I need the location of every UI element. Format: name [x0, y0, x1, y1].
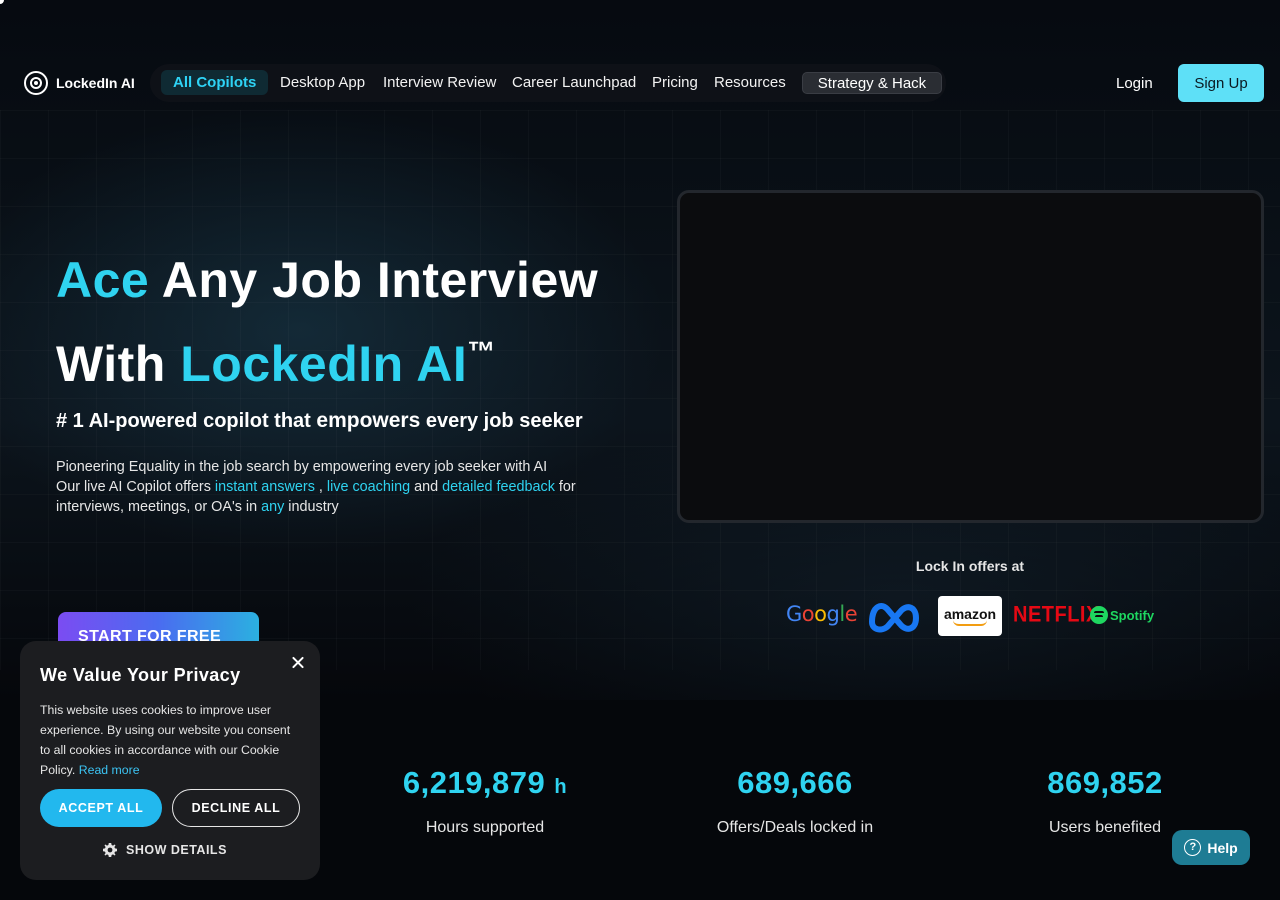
hero-title-brand: LockedIn AI: [180, 336, 468, 392]
nav-strategy-hack[interactable]: Strategy & Hack: [802, 72, 942, 94]
cookie-body: This website uses cookies to improve use…: [40, 703, 291, 777]
nav-resources[interactable]: Resources: [714, 74, 786, 91]
close-icon[interactable]: [288, 653, 308, 673]
stat-value: 689,666: [737, 765, 853, 800]
spotify-icon: [1090, 606, 1108, 624]
question-icon: ?: [1184, 839, 1202, 856]
hero-subtitle: # 1 AI-powered copilot that empowers eve…: [56, 409, 583, 433]
brand-logo[interactable]: LockedIn AI: [24, 71, 135, 95]
desc-line-2: Our live AI Copilot offers instant answe…: [56, 477, 626, 517]
read-more-link[interactable]: Read more: [79, 763, 140, 777]
spotify-logo: Spotify: [1090, 606, 1154, 624]
nav-pricing[interactable]: Pricing: [652, 74, 698, 91]
hero-title-ace: Ace: [56, 252, 150, 308]
desc-highlight-feedback: detailed feedback: [442, 479, 555, 495]
amazon-wordmark: amazon: [943, 606, 997, 622]
decline-all-button[interactable]: DECLINE ALL: [172, 789, 300, 827]
meta-logo: [868, 603, 920, 633]
desc-highlight-any: any: [261, 499, 285, 515]
stat-value: 6,219,879: [402, 765, 546, 800]
subtitle-pre: # 1 AI-powered copilot that: [56, 410, 317, 432]
cookie-text: This website uses cookies to improve use…: [40, 700, 300, 780]
netflix-logo: NETFLIX: [1013, 602, 1100, 628]
stat-label: Offers/Deals locked in: [716, 819, 874, 836]
cookie-buttons: ACCEPT ALL DECLINE ALL: [40, 789, 300, 827]
hero-description: Pioneering Equality in the job search by…: [56, 457, 626, 517]
stat-hours-value-row: 6,219,879 h: [355, 765, 615, 801]
desc-highlight-instant: instant answers: [214, 479, 315, 495]
nav-interview-review[interactable]: Interview Review: [383, 74, 496, 91]
desc-highlight-coaching: live coaching: [326, 479, 411, 495]
demo-video-frame[interactable]: [677, 190, 1264, 523]
signup-button[interactable]: Sign Up: [1178, 64, 1264, 102]
spotify-wordmark: Spotify: [1110, 607, 1155, 623]
desc-sep-1: ,: [314, 479, 327, 495]
cookie-consent-dialog: We Value Your Privacy This website uses …: [20, 641, 320, 880]
nav-career-launchpad[interactable]: Career Launchpad: [512, 74, 636, 91]
help-label: Help: [1207, 839, 1238, 856]
stat-label: Hours supported: [425, 819, 545, 836]
stat-value: 869,852: [1047, 765, 1163, 800]
top-nav: LockedIn AI All Copilots Desktop App Int…: [0, 58, 1280, 108]
stat-users: 869,852 Users benefited: [975, 765, 1235, 837]
gear-icon: [103, 843, 117, 857]
nav-all-copilots[interactable]: All Copilots: [161, 70, 269, 95]
desc-end: industry: [284, 499, 339, 515]
show-details-label: SHOW DETAILS: [126, 843, 227, 857]
hero-title-rest: Any Job Interview: [149, 252, 599, 308]
google-logo: Google: [786, 602, 858, 626]
show-details-button[interactable]: SHOW DETAILS: [102, 842, 227, 858]
login-link[interactable]: Login: [1116, 75, 1153, 92]
target-logo-icon: [24, 71, 48, 95]
desc-pre: Our live AI Copilot offers: [56, 479, 215, 495]
help-button[interactable]: ? Help: [1172, 830, 1250, 865]
hero-title-tm: ™: [467, 336, 496, 367]
offers-label: Lock In offers at: [915, 558, 1025, 574]
hero-title-with: With: [56, 336, 181, 392]
subtitle-emphasis: empowers: [316, 409, 421, 432]
amazon-logo: amazon: [938, 596, 1002, 636]
subtitle-post: every job seeker: [420, 410, 583, 432]
accept-all-button[interactable]: ACCEPT ALL: [40, 789, 162, 827]
cookie-title: We Value Your Privacy: [40, 665, 241, 685]
hero-title: Ace Any Job Interview With LockedIn AI™: [56, 244, 598, 400]
desc-line-1: Pioneering Equality in the job search by…: [56, 459, 548, 475]
desc-sep-2: and: [410, 479, 443, 495]
nav-desktop-app[interactable]: Desktop App: [280, 74, 365, 91]
brand-name: LockedIn AI: [56, 75, 135, 91]
stat-offers: 689,666 Offers/Deals locked in: [665, 765, 925, 837]
stat-unit: h: [554, 776, 568, 798]
stat-hours: 6,219,879 h Hours supported: [355, 765, 615, 837]
